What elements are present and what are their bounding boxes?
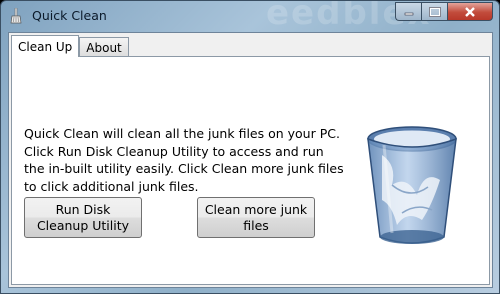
- recycle-bin-full-icon: [367, 126, 457, 244]
- title-bar[interactable]: eedblex Quick Clean: [1, 1, 499, 33]
- minimize-icon: [404, 12, 413, 15]
- tab-strip: Clean Up About: [11, 35, 129, 57]
- close-icon: [465, 6, 475, 17]
- window-title: Quick Clean: [32, 8, 107, 23]
- broom-icon: [10, 8, 22, 24]
- app-window: eedblex Quick Clean Clean Up About Quick…: [0, 0, 500, 294]
- description-text: Quick Clean will clean all the junk file…: [24, 126, 344, 194]
- clean-more-junk-button[interactable]: Clean more junk files: [197, 197, 315, 238]
- client-area: Clean Up About Quick Clean will clean al…: [8, 32, 493, 288]
- caption-buttons: [395, 2, 493, 21]
- run-disk-cleanup-button[interactable]: Run Disk Cleanup Utility: [24, 197, 142, 238]
- tab-about[interactable]: About: [79, 37, 129, 57]
- tab-clean-up[interactable]: Clean Up: [11, 35, 80, 57]
- maximize-icon: [428, 6, 441, 17]
- clean-up-panel: Quick Clean will clean all the junk file…: [11, 56, 490, 285]
- minimize-button[interactable]: [395, 2, 421, 21]
- close-button[interactable]: [447, 2, 493, 21]
- maximize-button[interactable]: [421, 2, 447, 21]
